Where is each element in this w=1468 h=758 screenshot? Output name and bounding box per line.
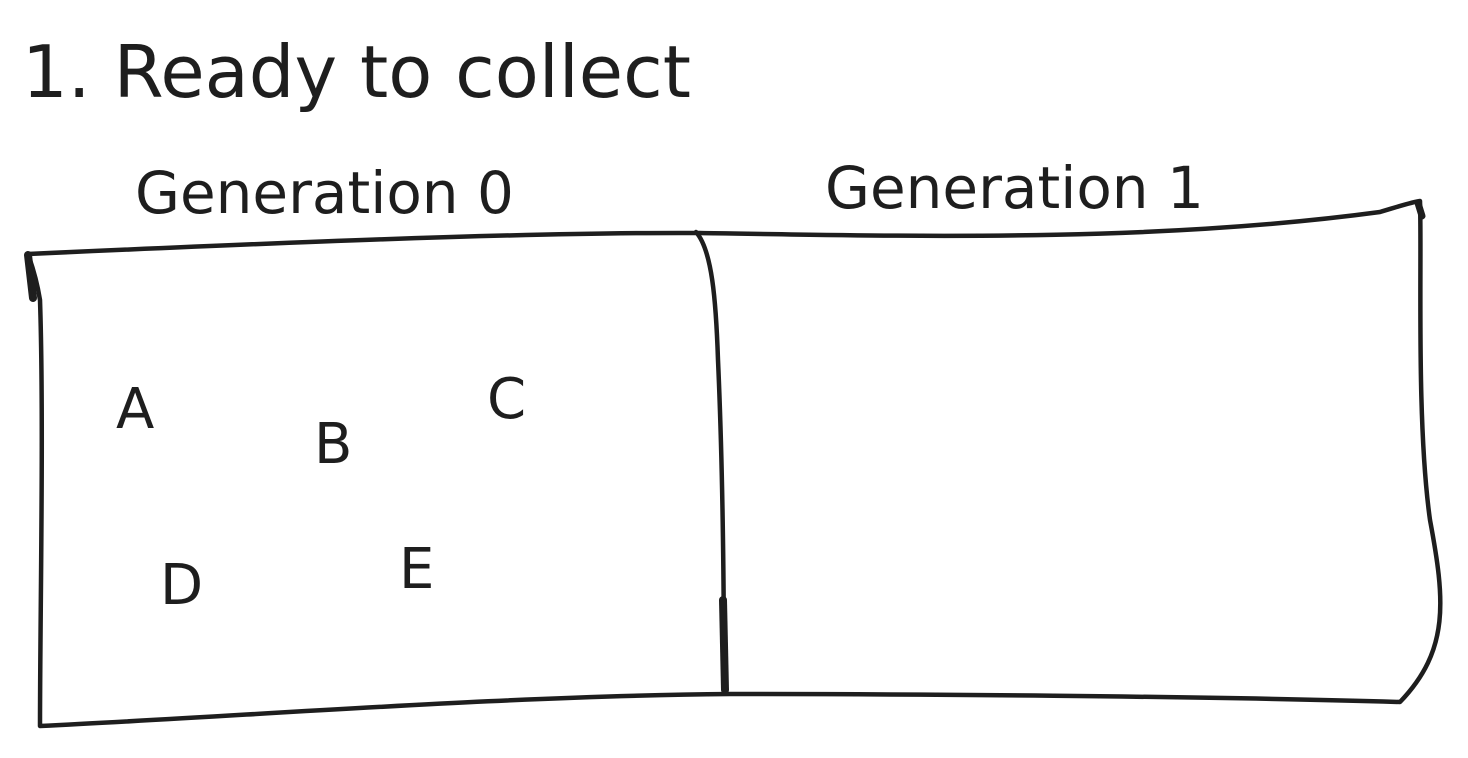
diagram-canvas: 1. Ready to collect Generation 0 Generat… [0,0,1468,758]
diagram-svg: 1. Ready to collect Generation 0 Generat… [22,30,1443,729]
divider-accent [719,596,729,694]
diagram-title: 1. Ready to collect [22,30,691,114]
object-e: E [399,537,434,602]
generation-1-label: Generation 1 [825,154,1204,222]
object-c: C [487,367,526,432]
corner-accent [24,251,37,302]
object-b: B [314,412,352,477]
heap-outline [25,198,1443,729]
object-d: D [160,553,203,618]
object-a: A [116,377,154,442]
generation-0-label: Generation 0 [135,159,514,227]
corner-accent-right [1414,199,1426,220]
